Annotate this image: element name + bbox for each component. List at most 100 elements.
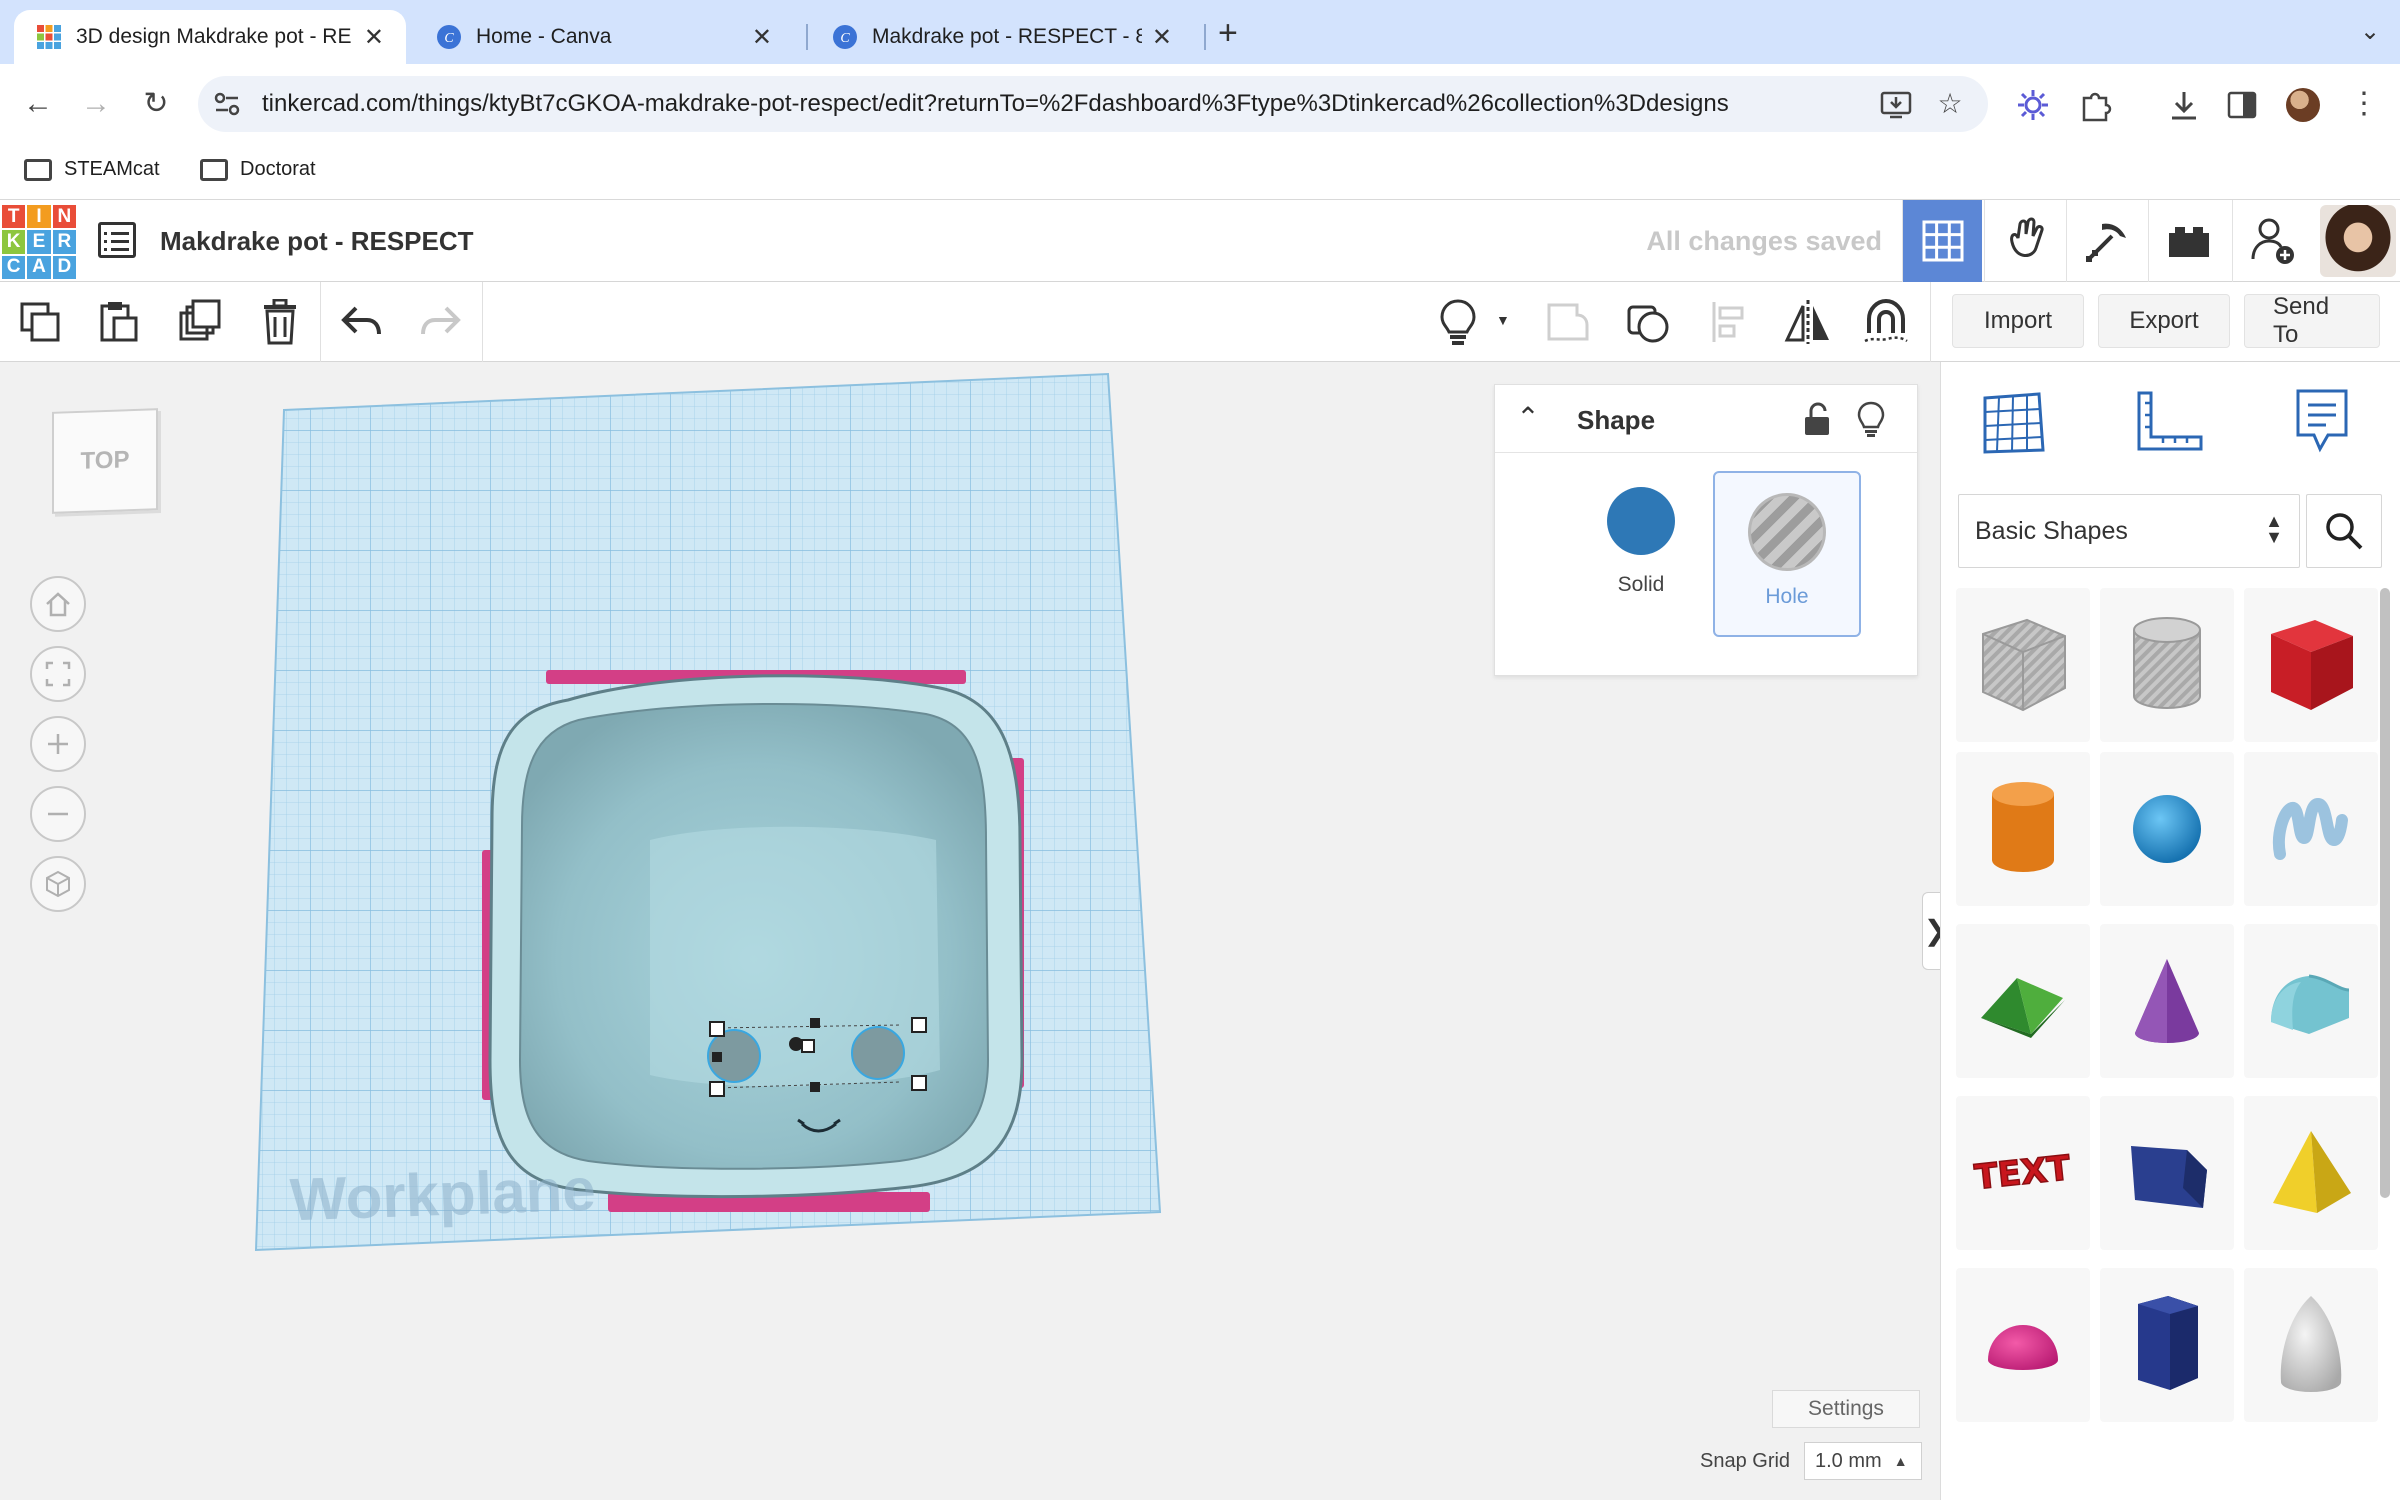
home-view-button[interactable] [30,576,86,632]
align-button[interactable] [1704,296,1756,348]
view-cube[interactable]: TOP [52,408,158,514]
notes-bulb-button[interactable] [1432,296,1484,348]
undo-button[interactable] [336,296,388,348]
tinkercad-logo[interactable]: T I N K E R C A D [2,205,76,279]
browser-tab-canva-pot[interactable]: C Makdrake pot - RESPECT - 80 ✕ [810,10,1194,64]
zoom-in-button[interactable] [30,716,86,772]
shape-inspector-panel: ⌃ Shape Solid Hole [1494,384,1918,676]
notes-tool-button[interactable] [2286,386,2358,458]
perspective-button[interactable] [30,856,86,912]
address-bar[interactable]: tinkercad.com/things/ktyBt7cGKOA-makdrak… [198,76,1988,132]
pyramid-icon [2273,1131,2351,1213]
bookmark-star-icon[interactable]: ☆ [1932,86,1968,122]
shape-tile-round-roof[interactable] [2244,924,2378,1078]
bricks-button[interactable] [2148,200,2228,282]
bookmark-folder-doctorat[interactable]: Doctorat [200,158,316,181]
shape-tile-paraboloid[interactable] [2244,1268,2378,1422]
3d-design-view-button[interactable] [1902,200,1982,282]
browser-tab-canva-home[interactable]: C Home - Canva ✕ [414,10,794,64]
collapse-chevron-icon[interactable]: ⌃ [1513,403,1543,433]
ruler-icon [2137,391,2203,451]
shapes-scrollbar[interactable] [2380,588,2390,1198]
design-list-icon[interactable] [98,222,136,258]
cruise-magnet-button[interactable] [1860,296,1912,348]
duplicate-button[interactable] [174,296,226,348]
shape-tile-box[interactable] [2244,588,2378,742]
circuits-button[interactable] [1984,200,2064,282]
back-arrow-icon[interactable]: ← [18,84,58,124]
shape-tile-roof[interactable] [1956,924,2090,1078]
shape-tile-wedge[interactable] [2100,1096,2234,1250]
downloads-icon[interactable] [2168,88,2200,122]
settings-button[interactable]: Settings [1772,1390,1920,1428]
box-hole-icon [1982,618,2066,712]
codeblocks-button[interactable] [2066,200,2146,282]
hole-option[interactable]: Hole [1713,471,1861,637]
user-avatar[interactable] [2320,205,2396,277]
shape-tile-sphere[interactable] [2100,752,2234,906]
logo-letter: A [27,255,51,279]
solid-option[interactable]: Solid [1575,473,1707,623]
export-button[interactable]: Export [2098,294,2230,348]
send-to-button[interactable]: Send To [2244,293,2380,348]
shape-tile-box-hole[interactable] [1956,588,2090,742]
shape-tile-scribble[interactable] [2244,752,2378,906]
logo-letter: E [27,230,51,254]
site-settings-icon[interactable] [214,92,240,116]
shape-search-button[interactable] [2306,494,2382,568]
copy-button[interactable] [14,296,66,348]
paste-button[interactable] [92,296,144,348]
snap-grid-label: Snap Grid [1700,1450,1791,1472]
tinkercad-favicon-icon [37,25,61,49]
install-app-icon[interactable] [1880,90,1912,120]
fit-view-button[interactable] [30,646,86,702]
sphere-icon [2133,795,2201,863]
mirror-button[interactable] [1782,296,1834,348]
search-icon [2326,513,2363,550]
tab-search-menu-icon[interactable]: ⌄ [2352,14,2388,50]
delete-button[interactable] [254,296,306,348]
shape-library-select[interactable]: Basic Shapes ▲ ▼ [1958,494,2300,568]
pickaxe-icon [2085,223,2126,262]
extension-puzzle-color-icon[interactable] [2016,88,2050,122]
forward-arrow-icon[interactable]: → [76,84,116,124]
copy-icon [20,302,60,342]
cone-icon [2135,959,2199,1043]
ruler-tool-button[interactable] [2134,386,2206,458]
shape-tile-cylinder-hole[interactable] [2100,588,2234,742]
close-tab-icon[interactable]: ✕ [752,23,772,52]
close-tab-icon[interactable]: ✕ [364,23,384,52]
svg-text:C: C [840,31,850,46]
shape-tile-cylinder[interactable] [1956,752,2090,906]
import-button[interactable]: Import [1952,294,2084,348]
bookmark-folder-steamcat[interactable]: STEAMcat [24,158,160,181]
profile-avatar[interactable] [2286,88,2320,122]
reload-icon[interactable]: ↻ [136,84,176,124]
browser-menu-icon[interactable]: ⋮ [2346,86,2382,122]
chevron-down-icon[interactable]: ▼ [1496,312,1510,328]
workplane-tool-button[interactable] [1978,386,2050,458]
shape-panel-title: Shape [1577,405,1656,435]
new-tab-button[interactable]: + [1218,14,1238,53]
workplane[interactable] [250,370,1170,1260]
extensions-icon[interactable] [2078,88,2112,122]
round-roof-icon [2271,974,2350,1034]
ungroup-button[interactable] [1622,296,1674,348]
shape-tile-text[interactable]: TEXT [1956,1096,2090,1250]
redo-button[interactable] [414,296,466,348]
group-button[interactable] [1542,296,1594,348]
unlock-icon[interactable] [1799,399,1835,439]
browser-tab-tinkercad[interactable]: 3D design Makdrake pot - RE ✕ [14,10,406,64]
close-tab-icon[interactable]: ✕ [1152,23,1172,52]
zoom-out-button[interactable] [30,786,86,842]
lightbulb-icon[interactable] [1853,399,1889,439]
solid-swatch [1607,487,1675,555]
shape-tile-polygon[interactable] [2100,1268,2234,1422]
shape-tile-pyramid[interactable] [2244,1096,2378,1250]
shape-tile-half-sphere[interactable] [1956,1268,2090,1422]
invite-user-button[interactable] [2232,200,2312,282]
side-panel-icon[interactable] [2226,90,2258,120]
design-title[interactable]: Makdrake pot - RESPECT [160,226,474,257]
snap-grid-select[interactable]: 1.0 mm ▲ [1804,1442,1922,1480]
shape-tile-cone[interactable] [2100,924,2234,1078]
